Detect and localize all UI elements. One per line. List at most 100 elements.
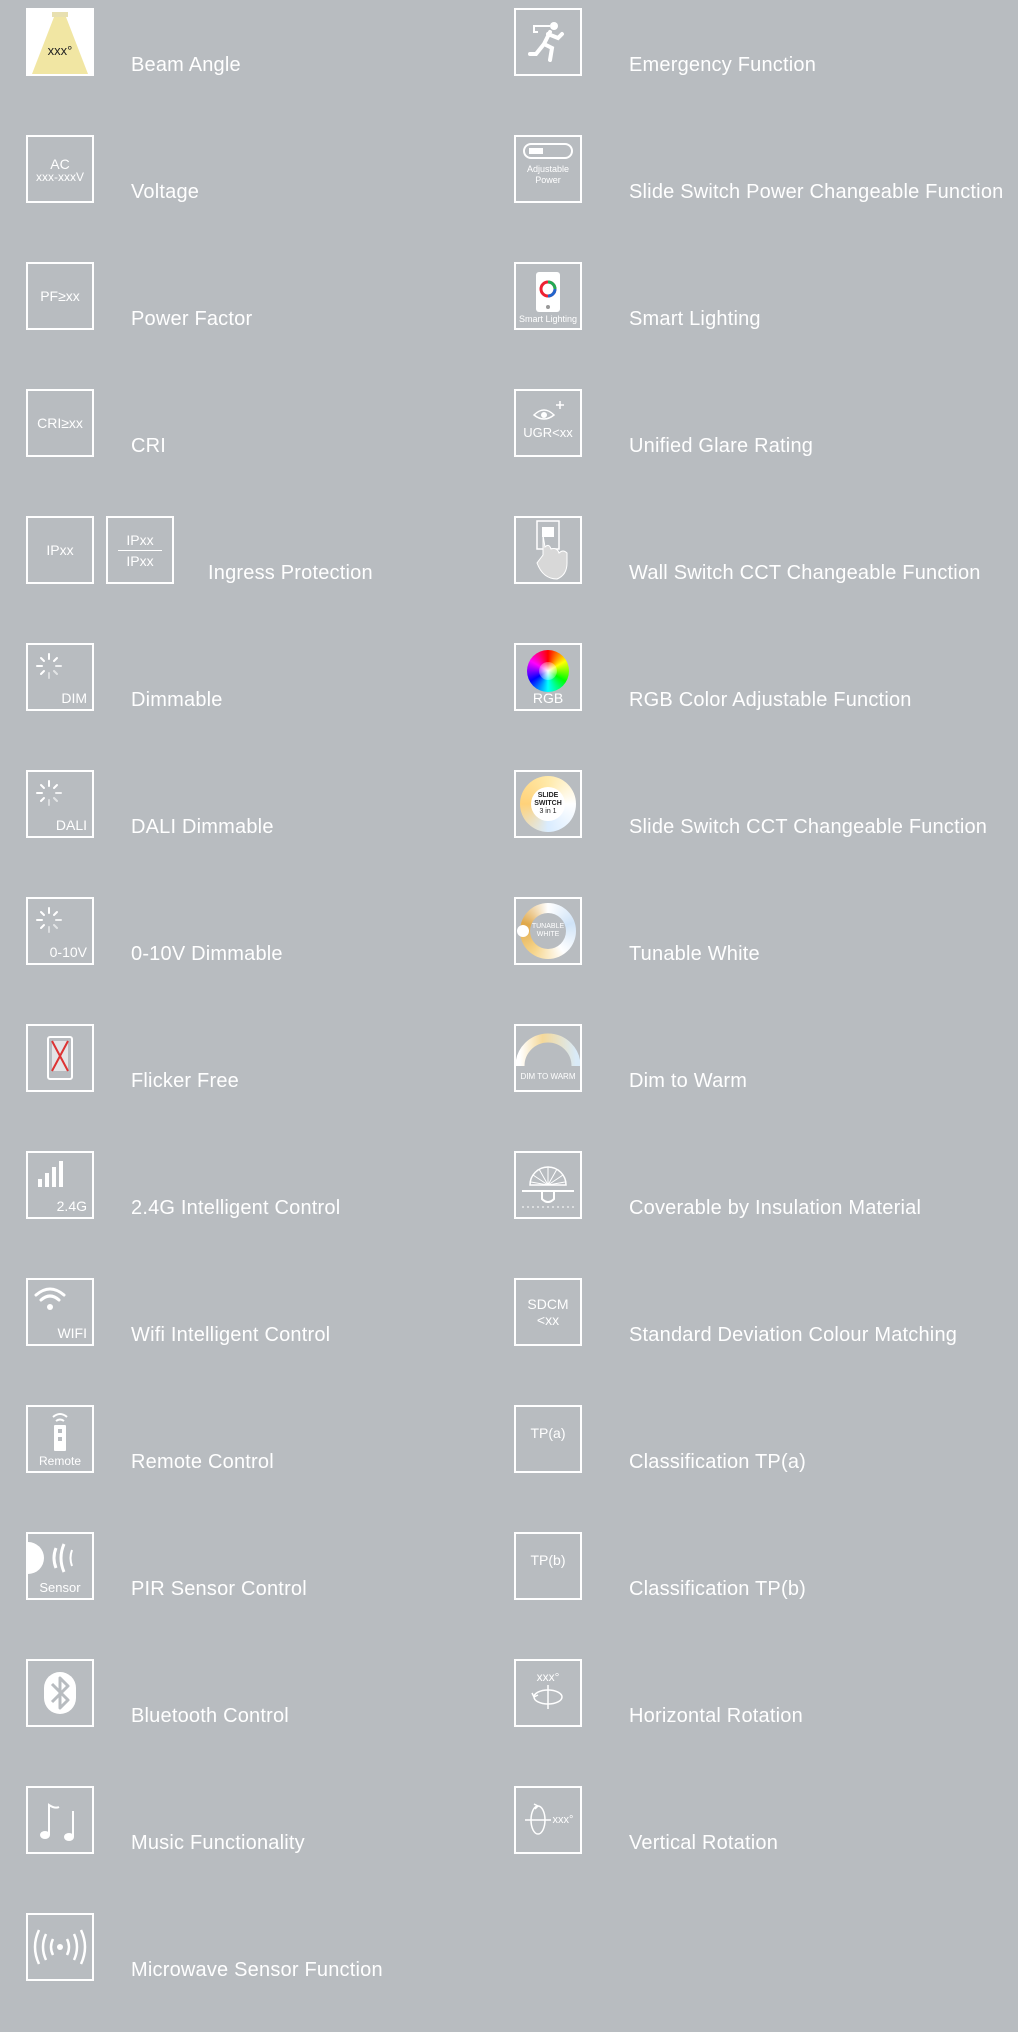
tp-b-badge: TP(b) [530, 1552, 566, 1568]
pir-badge: Sensor [39, 1580, 81, 1595]
dimmable-icon: DIM [26, 643, 94, 711]
tunable-white-icon: TUNABLE WHITE [514, 897, 582, 965]
rgb-label: RGB Color Adjustable Function [629, 689, 912, 711]
rgb-wheel [527, 650, 569, 692]
emergency-label: Emergency Function [629, 54, 817, 76]
feature-row-7: DALI DALI Dimmable SLIDE SWITCH 3 in 1 S… [0, 762, 1018, 889]
ugr-label: Unified Glare Rating [629, 435, 814, 457]
pir-label: PIR Sensor Control [131, 1578, 307, 1600]
slide-cct-badge-line-3: 3 in 1 [539, 808, 557, 815]
wifi-icon: WIFI [26, 1278, 94, 1346]
smart-lighting-label: Smart Lighting [629, 308, 761, 330]
pir-sensor-icon: Sensor [26, 1532, 94, 1600]
ingress-protection-dual-icon: IPxx IPxx [106, 516, 174, 584]
beam-angle-icon: xxx° [26, 8, 94, 76]
feature-row-8: 0-10V 0-10V Dimmable TUNABLE WHITE Tunab… [0, 889, 1018, 1016]
vertical-rotation-icon: xxx° [514, 1786, 582, 1854]
feature-row-10: 2.4G 2.4G Intelligent Control Coverable … [0, 1143, 1018, 1270]
dali-label: DALI Dimmable [131, 816, 274, 838]
cri-icon: CRI≥xx [26, 389, 94, 457]
sdcm-badge-line-2: <xx [536, 1312, 560, 1328]
tp-a-icon: TP(a) [514, 1405, 582, 1473]
dali-badge: DALI [55, 817, 87, 833]
2-4g-label: 2.4G Intelligent Control [131, 1197, 341, 1219]
running-man-icon [514, 8, 582, 76]
rgb-badge: RGB [532, 690, 564, 706]
wifi-label: Wifi Intelligent Control [131, 1324, 331, 1346]
sdcm-label: Standard Deviation Colour Matching [629, 1324, 958, 1346]
feature-row-13: Sensor PIR Sensor Control TP(b) Classifi… [0, 1524, 1018, 1651]
color-wheel-icon: RGB [514, 643, 582, 711]
tp-b-icon: TP(b) [514, 1532, 582, 1600]
ip-divider [118, 549, 162, 551]
horizontal-rotation-label: Horizontal Rotation [629, 1705, 803, 1727]
cri-label: CRI [131, 435, 167, 457]
0-10v-label: 0-10V Dimmable [131, 943, 283, 965]
slide-cct-badge-line-1: SLIDE [537, 792, 559, 799]
music-label: Music Functionality [131, 1832, 305, 1854]
voltage-label: Voltage [131, 181, 200, 203]
ugr-badge: UGR<xx [523, 425, 573, 440]
horizontal-rotation-badge: xxx° [536, 1669, 560, 1684]
flicker-free-label: Flicker Free [131, 1070, 239, 1092]
slide-switch-power-icon: Adjustable Power [514, 135, 582, 203]
power-factor-icon: PF≥xx [26, 262, 94, 330]
microwave-sensor-icon [26, 1913, 94, 1981]
ingress-protection-label: Ingress Protection [208, 562, 373, 584]
dim-to-warm-label: Dim to Warm [629, 1070, 748, 1092]
tunable-badge-line-1: TUNABLE [531, 923, 565, 930]
dimmable-badge: DIM [61, 690, 87, 706]
power-factor-badge: PF≥xx [40, 288, 80, 304]
horizontal-rotation-icon: xxx° [514, 1659, 582, 1727]
2-4g-badge: 2.4G [56, 1198, 87, 1214]
beam-angle-label: Beam Angle [131, 54, 241, 76]
flicker-free-icon [26, 1024, 94, 1092]
dimmable-label: Dimmable [131, 689, 223, 711]
remote-badge: Remote [38, 1454, 82, 1468]
smart-lighting-badge: Smart Lighting [518, 314, 578, 324]
slide-cct-badge-line-2: SWITCH [534, 800, 562, 807]
bluetooth-label: Bluetooth Control [131, 1705, 289, 1727]
tunable-knob [517, 925, 529, 937]
remote-control-icon: Remote [26, 1405, 94, 1473]
feature-row-5: IPxx IPxx IPxx Ingress Protection Wall S… [0, 508, 1018, 635]
tp-a-badge: TP(a) [530, 1425, 566, 1441]
dim-to-warm-icon: DIM TO WARM [514, 1024, 582, 1092]
slide-power-badge-line-2: Power [535, 175, 561, 185]
vertical-rotation-badge: xxx° [552, 1813, 574, 1826]
feature-row-14: Bluetooth Control xxx° Horizontal Rotati… [0, 1651, 1018, 1778]
feature-row-15: Music Functionality xxx° Vertical Rotati… [0, 1778, 1018, 1905]
tp-b-label: Classification TP(b) [629, 1578, 807, 1600]
ip-dual-badge-top: IPxx [126, 531, 154, 548]
ip-dual-badge-bottom: IPxx [126, 552, 154, 569]
dali-dimmable-icon: DALI [26, 770, 94, 838]
slide-power-badge-line-1: Adjustable [526, 164, 570, 174]
insulation-cover-icon [514, 1151, 582, 1219]
wall-switch-cct-label: Wall Switch CCT Changeable Function [629, 562, 981, 584]
power-factor-label: Power Factor [131, 308, 253, 330]
dim-to-warm-badge: DIM TO WARM [520, 1072, 576, 1081]
feature-row-11: WIFI Wifi Intelligent Control SDCM <xx S… [0, 1270, 1018, 1397]
wifi-badge: WIFI [57, 1325, 87, 1341]
microwave-label: Microwave Sensor Function [131, 1959, 383, 1981]
tp-a-label: Classification TP(a) [629, 1451, 807, 1473]
tunable-badge-line-2: WHITE [536, 931, 560, 938]
feature-row-1: xxx° Beam Angle Emergency Function [0, 0, 1018, 127]
sdcm-icon: SDCM <xx [514, 1278, 582, 1346]
feature-row-9: Flicker Free DIM TO WARM Dim to Warm [0, 1016, 1018, 1143]
slide-switch-cct-icon: SLIDE SWITCH 3 in 1 [514, 770, 582, 838]
vertical-rotation-label: Vertical Rotation [629, 1832, 779, 1854]
remote-label: Remote Control [131, 1451, 274, 1473]
0-10v-badge: 0-10V [49, 944, 87, 960]
sdcm-badge-line-1: SDCM [527, 1296, 569, 1312]
voltage-icon: AC xxx-xxxV [26, 135, 94, 203]
voltage-badge-line-2: xxx-xxxV [36, 169, 84, 184]
feature-row-4: CRI≥xx CRI UGR<xx Unified Glare Rating [0, 381, 1018, 508]
feature-row-2: AC xxx-xxxV Voltage Adjustable Power Sli… [0, 127, 1018, 254]
wall-switch-hand-icon [514, 516, 582, 584]
music-notes-icon [26, 1786, 94, 1854]
feature-row-16: Microwave Sensor Function [0, 1905, 1018, 2032]
eye-glare-icon: UGR<xx [514, 389, 582, 457]
feature-row-12: Remote Remote Control TP(a) Classificati… [0, 1397, 1018, 1524]
feature-row-6: DIM Dimmable RGB RGB Color Adjustable Fu… [0, 635, 1018, 762]
